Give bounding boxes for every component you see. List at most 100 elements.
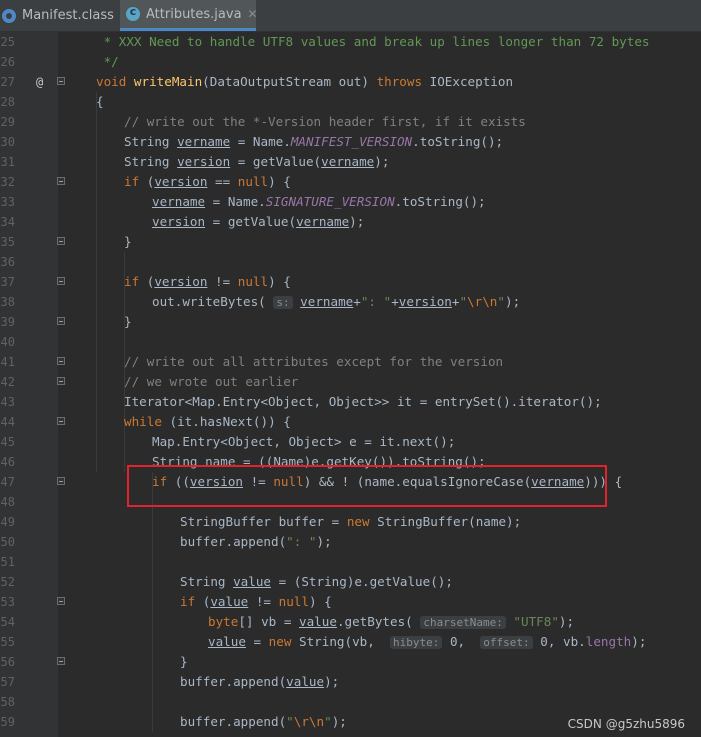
line-number: 58 (0, 695, 15, 709)
close-icon[interactable]: ✕ (248, 7, 258, 21)
code-line[interactable]: 41 // write out all attributes except for… (0, 352, 701, 372)
line-number: 40 (0, 335, 15, 349)
line-number: 35 (0, 235, 15, 249)
fold-marker-icon[interactable] (57, 277, 65, 285)
code-text: if (version != null) { (124, 272, 291, 292)
code-token: String(vb, (299, 634, 391, 649)
code-line[interactable]: 43 Iterator<Map.Entry<Object, Object>> it… (0, 392, 701, 412)
line-number: 28 (0, 95, 15, 109)
code-line[interactable]: 55 value = new String(vb, hibyte: 0, offs… (0, 632, 701, 652)
code-text: } (180, 652, 188, 672)
tab-manifest-class[interactable]: Manifest.class ✕ (0, 0, 130, 31)
fold-marker-icon[interactable] (57, 317, 65, 325)
code-line[interactable]: 32 if (version == null) { (0, 172, 701, 192)
code-line[interactable]: 57 buffer.append(value); (0, 672, 701, 692)
fold-marker-icon[interactable] (57, 597, 65, 605)
code-token: " (286, 714, 294, 729)
code-line[interactable]: 49 StringBuffer buffer = new StringBuffer… (0, 512, 701, 532)
line-number: 45 (0, 435, 15, 449)
override-marker-icon[interactable]: @ (36, 72, 43, 92)
line-number: 26 (0, 55, 15, 69)
code-token: = Name. (205, 194, 266, 209)
code-token: null (237, 274, 269, 289)
code-line[interactable]: 34 version = getValue(vername); (0, 212, 701, 232)
code-token: vername (296, 214, 350, 229)
code-text: while (it.hasNext()) { (124, 412, 291, 432)
editor-tab-bar: Manifest.class ✕ Attributes.java ✕ (0, 0, 701, 32)
code-token: // we wrote out earlier (124, 374, 299, 389)
code-line[interactable]: 45 Map.Entry<Object, Object> e = it.next(… (0, 432, 701, 452)
code-token: + (353, 294, 361, 309)
fold-marker-icon[interactable] (57, 357, 65, 365)
code-token: ) { (308, 594, 332, 609)
code-token: ); (504, 294, 521, 309)
code-line[interactable]: 53 if (value != null) { (0, 592, 701, 612)
fold-marker-icon[interactable] (57, 177, 65, 185)
code-text: byte[] vb = value.getBytes( charsetName:… (208, 612, 574, 633)
line-number: 30 (0, 135, 15, 149)
code-token: vername (300, 294, 354, 309)
code-line[interactable]: 26 */ (0, 52, 701, 72)
fold-marker-icon[interactable] (57, 417, 65, 425)
code-token: value (286, 674, 325, 689)
code-token: vername (152, 194, 206, 209)
code-line[interactable]: 37 if (version != null) { (0, 272, 701, 292)
code-editor[interactable]: 25 * XXX Need to handle UTF8 values and … (0, 32, 701, 737)
line-number: 33 (0, 195, 15, 209)
code-line[interactable]: 52 String value = (String)e.getValue(); (0, 572, 701, 592)
code-text: String value = (String)e.getValue(); (180, 572, 453, 592)
code-line[interactable]: 31 String version = getValue(vername); (0, 152, 701, 172)
code-token: new (346, 514, 378, 529)
line-number: 57 (0, 675, 15, 689)
code-token: ); (558, 614, 575, 629)
code-line[interactable]: 42 // we wrote out earlier (0, 372, 701, 392)
code-line[interactable]: 29 // write out the *-Version header firs… (0, 112, 701, 132)
code-line[interactable]: 33 vername = Name.SIGNATURE_VERSION.toStr… (0, 192, 701, 212)
line-number: 44 (0, 415, 15, 429)
code-token: ) { (268, 174, 291, 189)
code-line[interactable]: 28 { (0, 92, 701, 112)
code-token: version (154, 174, 208, 189)
code-text: String vername = Name.MANIFEST_VERSION.t… (124, 132, 503, 152)
code-token: ); (331, 714, 347, 729)
code-line[interactable]: 36 (0, 252, 701, 272)
code-line[interactable]: 27 @ void writeMain(DataOutputStream out) … (0, 72, 701, 92)
code-token: */ (96, 54, 119, 69)
line-number: 47 (0, 475, 15, 489)
line-number: 39 (0, 315, 15, 329)
fold-marker-icon[interactable] (57, 657, 65, 665)
code-token: != (207, 274, 238, 289)
code-text: Map.Entry<Object, Object> e = it.next(); (152, 432, 455, 452)
line-number: 25 (0, 35, 15, 49)
code-token: ); (349, 214, 365, 229)
code-line[interactable]: 56} (0, 652, 701, 672)
fold-marker-icon[interactable] (57, 477, 65, 485)
code-text: value = new String(vb, hibyte: 0, offset… (208, 632, 646, 653)
code-text: } (124, 312, 132, 332)
code-line[interactable]: 35} (0, 232, 701, 252)
fold-marker-icon[interactable] (57, 77, 65, 85)
code-line[interactable]: 40 (0, 332, 701, 352)
code-token: null (237, 174, 269, 189)
code-line[interactable]: 54 byte[] vb = value.getBytes( charsetNam… (0, 612, 701, 632)
code-token: \r\n (467, 294, 498, 309)
code-token: vername (321, 154, 375, 169)
parameter-hint: charsetName: (420, 616, 506, 629)
code-text: void writeMain(DataOutputStream out) thr… (96, 72, 513, 92)
code-line[interactable]: 50 buffer.append(": "); (0, 532, 701, 552)
fold-marker-icon[interactable] (57, 377, 65, 385)
code-text: String version = getValue(vername); (124, 152, 389, 172)
fold-marker-icon[interactable] (57, 237, 65, 245)
code-line[interactable]: 58 (0, 692, 701, 712)
code-token: " (324, 714, 332, 729)
code-line[interactable]: 30 String vername = Name.MANIFEST_VERSION… (0, 132, 701, 152)
code-line[interactable]: 51 (0, 552, 701, 572)
line-number: 50 (0, 535, 15, 549)
code-line[interactable]: 25 * XXX Need to handle UTF8 values and … (0, 32, 701, 52)
code-line[interactable]: 38 out.writeBytes( s: vername+": "+versio… (0, 292, 701, 312)
line-number: 55 (0, 635, 15, 649)
code-line[interactable]: 44 while (it.hasNext()) { (0, 412, 701, 432)
watermark: CSDN @g5zhu5896 (567, 717, 685, 731)
code-line[interactable]: 39} (0, 312, 701, 332)
tab-attributes-java[interactable]: Attributes.java ✕ (120, 0, 258, 31)
